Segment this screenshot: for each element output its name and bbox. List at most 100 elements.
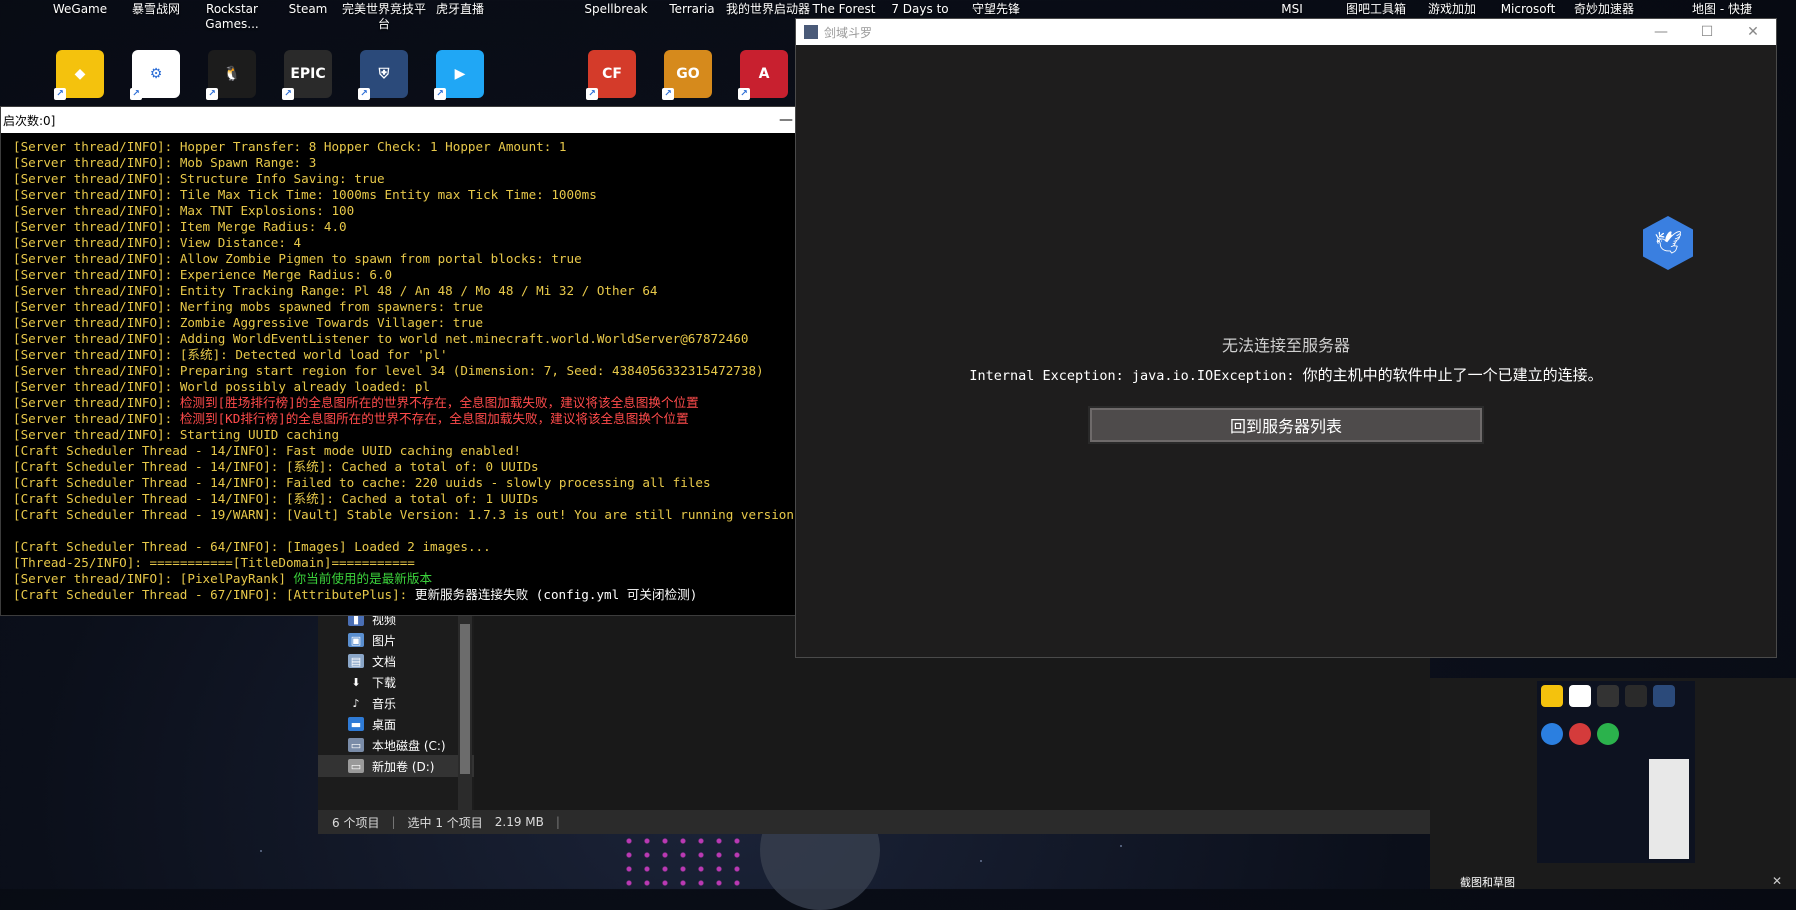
- log-message: Failed to cache: 220 uuids - slowly proc…: [285, 475, 711, 490]
- log-message: Max TNT Explosions: 100: [179, 203, 355, 218]
- desktop-label[interactable]: 游戏加加: [1410, 2, 1494, 17]
- nav-item[interactable]: ⬇ 下载: [348, 671, 396, 693]
- log-prefix: [Server thread/INFO]:: [13, 171, 180, 186]
- desktop-label[interactable]: 奇妙加速器: [1562, 2, 1646, 17]
- desktop-label[interactable]: Terraria: [650, 2, 734, 17]
- log-message: Zombie Aggressive Towards Villager: true: [179, 315, 484, 330]
- console-line: [Server thread/INFO]: World possibly alr…: [13, 379, 885, 395]
- nav-item[interactable]: ▣ 图片: [348, 629, 396, 651]
- log-message: Nerfing mobs spawned from spawners: true: [179, 299, 484, 314]
- epic-games-icon[interactable]: EPIC ↗: [282, 50, 332, 100]
- qq-penguin-icon[interactable]: 🐧 ↗: [206, 50, 256, 100]
- game-app-icon: [804, 25, 818, 39]
- log-message: Preparing start region for level 34 (Dim…: [179, 363, 764, 378]
- monitor-settings-icon[interactable]: ⚙ ↗: [130, 50, 180, 100]
- log-message: Structure Info Saving: true: [179, 171, 385, 186]
- log-prefix: [Server thread/INFO]:: [13, 203, 180, 218]
- desktop-label[interactable]: 暴雪战网: [114, 2, 198, 17]
- maximize-button[interactable]: ☐: [1684, 19, 1730, 45]
- console-line: [Server thread/INFO]: Zombie Aggressive …: [13, 315, 885, 331]
- snip-label: 截图和草图: [1460, 876, 1515, 889]
- disconnect-title: 无法连接至服务器: [1221, 336, 1350, 355]
- shortcut-arrow-icon: ↗: [586, 88, 598, 100]
- wegame-app-icon[interactable]: ◆ ↗: [54, 50, 104, 100]
- nav-item-label: 图片: [372, 633, 397, 648]
- desktop-label[interactable]: WeGame: [38, 2, 122, 17]
- desktop-label[interactable]: 完美世界竞技平台: [342, 2, 426, 32]
- desktop-label[interactable]: 我的世界启动器: [726, 2, 810, 17]
- icon-glyph: ⛨: [378, 66, 390, 82]
- desktop-label[interactable]: The Forest: [802, 2, 886, 17]
- explorer-navigation-pane: ▮ 视频 ▣ 图片 ▤ 文档 ⬇ 下载 ♪ 音乐 ▬ 桌面 ▭ 本地磁盘 (C:) ▭ 新加卷 (D:): [318, 612, 486, 812]
- desktop-label[interactable]: Spellbreak: [574, 2, 658, 17]
- log-prefix: [Server thread/INFO]:: [13, 315, 180, 330]
- app-icon: [1541, 723, 1563, 745]
- console-titlebar[interactable]: 启次数:0] — ☐ ✕: [1, 107, 901, 133]
- desktop-label[interactable]: 7 Days to: [878, 2, 962, 17]
- console-line: [Craft Scheduler Thread - 14/INFO]: Fast…: [13, 443, 885, 459]
- log-prefix: [Server thread/INFO]:: [13, 427, 180, 442]
- console-output: [Server thread/INFO]: Hopper Transfer: 8…: [1, 133, 885, 615]
- shortcut-arrow-icon: ↗: [358, 88, 370, 100]
- game-titlebar[interactable]: 剑域斗罗 — ☐ ✕: [796, 19, 1776, 45]
- log-prefix: [Craft Scheduler Thread - 67/INFO]: [Att…: [13, 587, 415, 602]
- nav-item[interactable]: ▭ 本地磁盘 (C:): [348, 734, 446, 756]
- scrollbar-thumb[interactable]: [460, 624, 470, 774]
- desktop-label[interactable]: 虎牙直播: [418, 2, 502, 17]
- log-message: ===========[TitleDomain]===========: [149, 555, 415, 570]
- log-prefix: [Craft Scheduler Thread - 14/INFO]:: [13, 475, 286, 490]
- shortcut-arrow-icon: ↗: [282, 88, 294, 100]
- desktop-label[interactable]: 守望先锋: [954, 2, 1038, 17]
- icon-glyph: A: [758, 66, 770, 82]
- music-folder-icon: ♪: [352, 696, 360, 710]
- apex-icon[interactable]: A ↗: [738, 50, 788, 100]
- log-prefix: [Craft Scheduler Thread - 64/INFO]:: [13, 539, 286, 554]
- shortcut-arrow-icon: ↗: [130, 88, 142, 100]
- documents-folder-icon: ▤: [348, 654, 364, 668]
- desktop-label[interactable]: Microsoft: [1486, 2, 1570, 17]
- volume-d-icon: ▭: [348, 759, 364, 773]
- desktop-label[interactable]: 图吧工具箱: [1334, 2, 1418, 17]
- console-line: [Server thread/INFO]: Allow Zombie Pigme…: [13, 251, 885, 267]
- log-prefix: [Server thread/INFO]:: [13, 283, 180, 298]
- overwatch-shield-icon: [1653, 685, 1675, 707]
- desktop-label[interactable]: Steam: [266, 2, 350, 17]
- desktop-label[interactable]: Rockstar Games...: [190, 2, 274, 32]
- nav-item[interactable]: ▤ 文档: [348, 650, 396, 672]
- screenshot-preview[interactable]: [1537, 681, 1695, 863]
- icon-glyph: ▶: [454, 66, 466, 82]
- desktop-label[interactable]: MSI: [1250, 2, 1334, 17]
- console-line: [Server thread/INFO]: Preparing start re…: [13, 363, 885, 379]
- back-to-server-list-button[interactable]: 回到服务器列表: [1088, 406, 1484, 444]
- console-line: [Server thread/INFO]: Mob Spawn Range: 3: [13, 155, 885, 171]
- console-line: [Thread-25/INFO]: ===========[TitleDomai…: [13, 555, 885, 571]
- console-line: [Server thread/INFO]: Entity Tracking Ra…: [13, 283, 885, 299]
- wegame-app-icon: [1541, 685, 1563, 707]
- explorer-nav-scrollbar[interactable]: [458, 614, 472, 812]
- game-title: 剑域斗罗: [824, 25, 873, 40]
- overwatch-shield-icon[interactable]: ⛨ ↗: [358, 50, 408, 100]
- icon-glyph: ◆: [74, 66, 86, 82]
- minimize-button[interactable]: —: [1638, 19, 1684, 45]
- log-message: 更新服务器连接失败 (config.yml 可关闭检测): [414, 587, 698, 602]
- local-disk-c-icon: ▭: [348, 738, 364, 752]
- crossfire-icon[interactable]: CF ↗: [586, 50, 636, 100]
- console-line: [Craft Scheduler Thread - 19/WARN]: [Vau…: [13, 507, 885, 523]
- console-line: [Server thread/INFO]: Max TNT Explosions…: [13, 203, 885, 219]
- snip-notification[interactable]: 截图和草图 ✕: [1430, 678, 1796, 889]
- console-line: [Craft Scheduler Thread - 64/INFO]: [Ima…: [13, 539, 885, 555]
- console-line: [Craft Scheduler Thread - 67/INFO]: [Att…: [13, 587, 885, 603]
- nav-item[interactable]: ♪ 音乐: [348, 692, 396, 714]
- desktop-label[interactable]: 地图 - 快捷: [1680, 2, 1764, 17]
- nav-item[interactable]: ▬ 桌面: [348, 713, 396, 735]
- log-prefix: [Server thread/INFO]:: [13, 219, 180, 234]
- log-message: [系统]: Detected world load for 'pl': [179, 347, 448, 362]
- bird-overlay-icon[interactable]: 🕊: [1643, 216, 1693, 270]
- tencent-video-icon[interactable]: ▶ ↗: [434, 50, 484, 100]
- snip-close-icon[interactable]: ✕: [1772, 874, 1782, 888]
- console-line: [Server thread/INFO]: Adding WorldEventL…: [13, 331, 885, 347]
- epic-games-icon: [1625, 685, 1647, 707]
- csgo-icon[interactable]: GO ↗: [662, 50, 712, 100]
- close-button[interactable]: ✕: [1730, 19, 1776, 45]
- log-prefix: [Thread-25/INFO]:: [13, 555, 150, 570]
